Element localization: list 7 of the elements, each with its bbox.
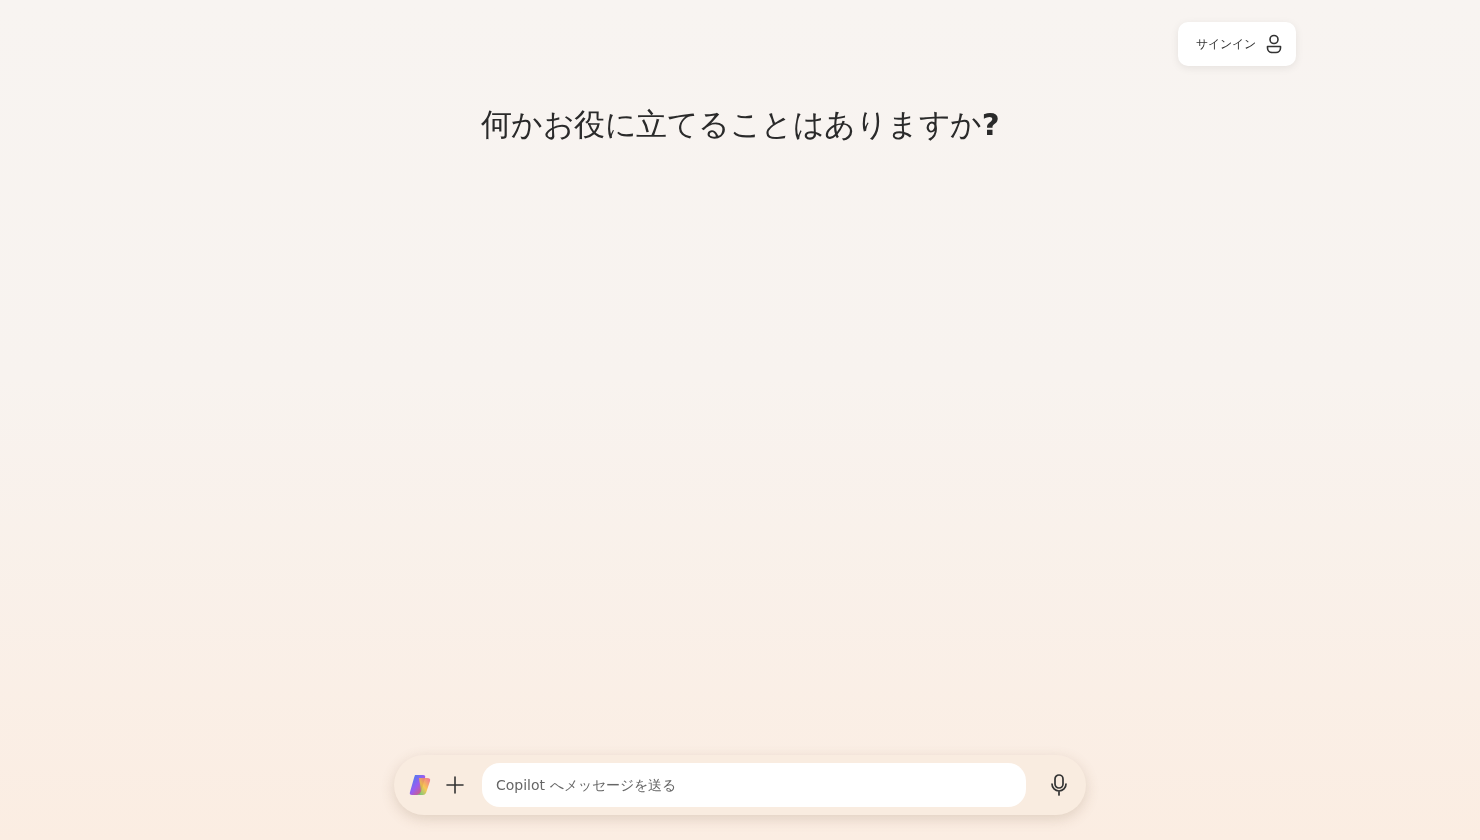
sign-in-button[interactable]: サインイン [1178,22,1296,66]
plus-icon [446,776,464,794]
user-icon [1266,34,1282,54]
microphone-icon [1050,774,1068,796]
message-input[interactable]: Copilot へメッセージを送る [482,763,1026,807]
copilot-logo-icon[interactable] [408,773,432,797]
page-heading: 何かお役に立てることはありますか? [480,105,1000,144]
